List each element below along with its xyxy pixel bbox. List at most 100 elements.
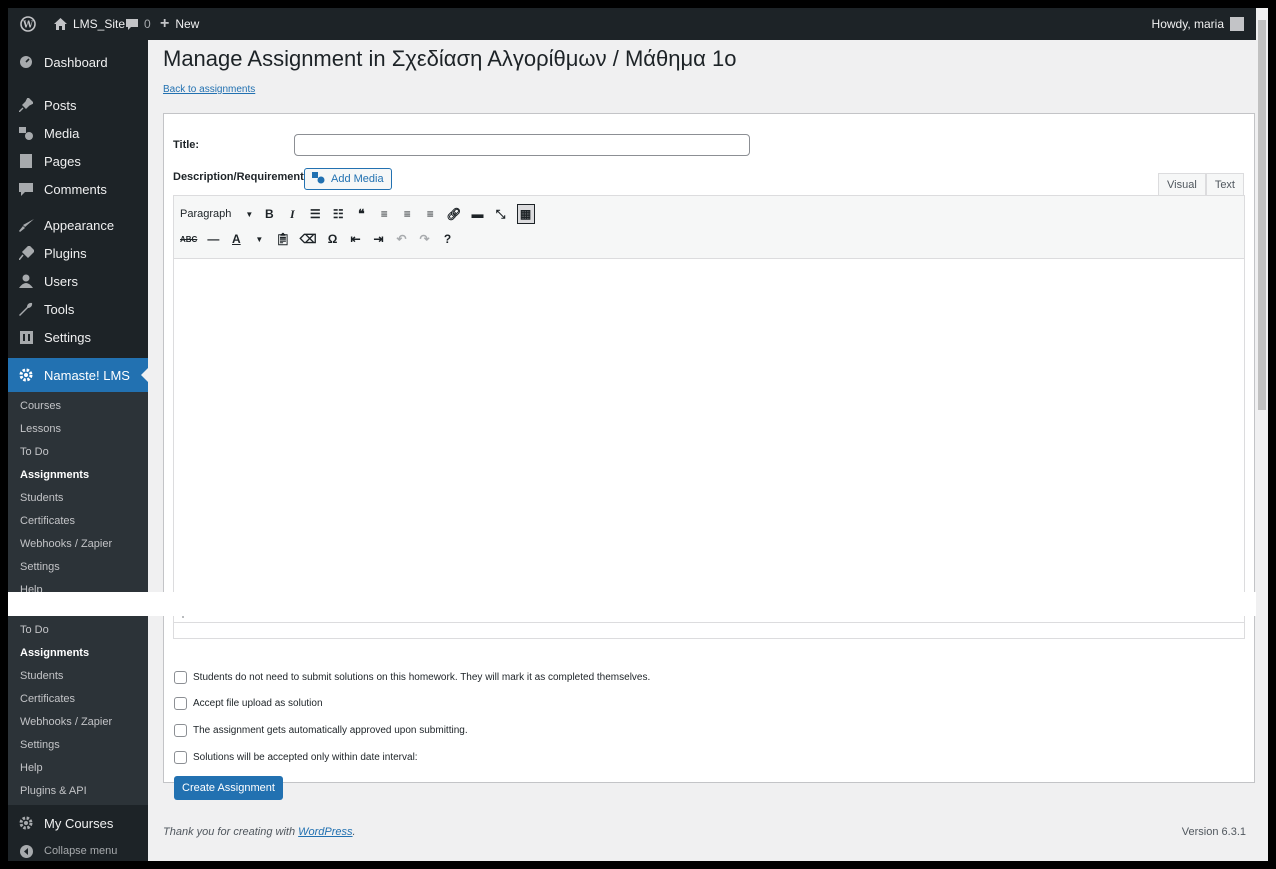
align-center-icon[interactable]: ≡ <box>400 205 414 223</box>
collapse-menu-button[interactable]: Collapse menu <box>8 837 148 861</box>
sidebar-item-posts[interactable]: Posts <box>8 91 148 119</box>
sidebar-item-namaste-lms[interactable]: Namaste! LMS <box>8 358 149 392</box>
checkbox-label: Students do not need to submit solutions… <box>193 672 651 683</box>
sidebar-item-pages[interactable]: Pages <box>8 147 148 175</box>
avatar <box>1230 17 1244 31</box>
submenu-item-assignments[interactable]: Assignments <box>20 469 89 481</box>
footer-thanks: Thank you for creating with WordPress. <box>163 826 356 838</box>
plug-icon <box>8 246 44 260</box>
title-input[interactable] <box>294 134 750 156</box>
link-icon[interactable]: 🔗︎ <box>446 205 461 223</box>
tab-text[interactable]: Text <box>1205 173 1244 197</box>
account-menu[interactable]: Howdy, maria <box>1152 8 1244 40</box>
wordpress-link[interactable]: WordPress <box>298 826 352 838</box>
numbered-list-icon[interactable]: ☷ <box>331 205 345 223</box>
undo-icon[interactable]: ↶ <box>395 230 409 248</box>
checkbox-date-interval[interactable]: Solutions will be accepted only within d… <box>174 751 418 764</box>
special-character-icon[interactable]: Ω <box>326 230 340 248</box>
comment-icon <box>8 182 44 196</box>
checkbox-auto-approve[interactable]: The assignment gets automatically approv… <box>174 724 468 737</box>
sidebar-item-label: Tools <box>44 301 75 317</box>
sidebar-item-tools[interactable]: Tools <box>8 295 148 323</box>
text-color-icon[interactable]: A <box>229 230 243 248</box>
version-text: Version 6.3.1 <box>1181 826 1246 838</box>
sidebar-item-plugins[interactable]: Plugins <box>8 239 148 267</box>
submenu-item-webhooks[interactable]: Webhooks / Zapier <box>20 716 112 728</box>
sidebar-item-label: My Courses <box>44 815 114 831</box>
new-content-link[interactable]: + New <box>160 8 199 40</box>
submenu-item-plugins-api[interactable]: Plugins & API <box>20 785 87 797</box>
capture-seam <box>8 592 1268 616</box>
submenu-item-certificates[interactable]: Certificates <box>20 693 75 705</box>
chevron-down-icon: ▼ <box>245 209 254 219</box>
checkbox-file-upload[interactable]: Accept file upload as solution <box>174 697 323 710</box>
browser-frame: W LMS_Site 0 + New Howdy, maria Dashboar… <box>8 8 1268 861</box>
checkbox-self-complete[interactable]: Students do not need to submit solutions… <box>174 671 650 684</box>
blockquote-icon[interactable]: ❝ <box>354 205 368 223</box>
checkbox[interactable] <box>174 751 187 764</box>
editor-resize-bar[interactable] <box>173 623 1245 639</box>
sidebar-item-media[interactable]: Media <box>8 119 148 147</box>
bold-icon[interactable]: B <box>262 205 276 223</box>
chevron-down-icon[interactable]: ▼ <box>252 230 266 248</box>
sidebar-item-settings[interactable]: Settings <box>8 323 148 351</box>
page-scrollbar[interactable] <box>1256 8 1268 861</box>
back-to-assignments-link[interactable]: Back to assignments <box>163 84 255 95</box>
create-assignment-button[interactable]: Create Assignment <box>174 776 283 800</box>
checkbox-label: Accept file upload as solution <box>193 698 323 709</box>
submenu-item-todo[interactable]: To Do <box>20 446 49 458</box>
submenu-item-settings[interactable]: Settings <box>20 561 60 573</box>
checkbox[interactable] <box>174 724 187 737</box>
paste-text-icon[interactable]: 📋︎ <box>275 230 290 248</box>
read-more-icon[interactable]: ▬ <box>471 205 485 223</box>
format-select[interactable]: Paragraph ▼ <box>180 208 253 220</box>
checkbox[interactable] <box>174 671 187 684</box>
submenu-item-certificates[interactable]: Certificates <box>20 515 75 527</box>
submenu-item-webhooks[interactable]: Webhooks / Zapier <box>20 538 112 550</box>
submenu-item-students[interactable]: Students <box>20 670 63 682</box>
sidebar-item-dashboard[interactable]: Dashboard <box>8 48 148 76</box>
comments-link[interactable]: 0 <box>126 8 151 40</box>
submenu-item-courses[interactable]: Courses <box>20 400 61 412</box>
submenu-item-settings[interactable]: Settings <box>20 739 60 751</box>
rich-text-editor: Paragraph ▼ B I ☰ ☷ ❝ ≡ ≡ ≡ 🔗︎ ▬ ⤡ ▦ ABC… <box>173 195 1245 623</box>
checkbox[interactable] <box>174 697 187 710</box>
strikethrough-icon[interactable]: ABC <box>180 230 197 248</box>
sidebar-item-label: Appearance <box>44 217 115 233</box>
fullscreen-icon[interactable]: ⤡ <box>494 205 508 223</box>
comment-icon <box>126 18 138 30</box>
submenu-item-students[interactable]: Students <box>20 492 63 504</box>
redo-icon[interactable]: ↷ <box>418 230 432 248</box>
horizontal-line-icon[interactable]: — <box>206 230 220 248</box>
submenu-item-lessons[interactable]: Lessons <box>20 423 61 435</box>
clear-formatting-icon[interactable]: ⌫ <box>300 230 317 248</box>
scrollbar-thumb[interactable] <box>1258 20 1266 410</box>
sidebar-item-label: Namaste! LMS <box>44 367 130 383</box>
submenu-item-assignments[interactable]: Assignments <box>20 647 89 659</box>
comments-count: 0 <box>144 17 151 31</box>
align-left-icon[interactable]: ≡ <box>377 205 391 223</box>
bullet-list-icon[interactable]: ☰ <box>308 205 322 223</box>
indent-icon[interactable]: ⇥ <box>372 230 386 248</box>
add-media-button[interactable]: Add Media <box>304 168 392 190</box>
wordpress-logo-icon[interactable]: W <box>20 8 36 40</box>
tab-visual[interactable]: Visual <box>1158 173 1206 197</box>
sidebar-item-my-courses[interactable]: My Courses <box>8 809 148 837</box>
site-name-link[interactable]: LMS_Site <box>54 8 125 40</box>
submenu-item-help[interactable]: Help <box>20 762 43 774</box>
sidebar-item-users[interactable]: Users <box>8 267 148 295</box>
footer-thanks-prefix: Thank you for creating with <box>163 826 299 838</box>
sidebar-item-appearance[interactable]: Appearance <box>8 211 148 239</box>
align-right-icon[interactable]: ≡ <box>423 205 437 223</box>
outdent-icon[interactable]: ⇤ <box>349 230 363 248</box>
toolbar-row-1: Paragraph ▼ B I ☰ ☷ ❝ ≡ ≡ ≡ 🔗︎ ▬ ⤡ ▦ <box>180 204 535 224</box>
sidebar-item-comments[interactable]: Comments <box>8 175 148 203</box>
submenu-item-todo[interactable]: To Do <box>20 624 49 636</box>
help-icon[interactable]: ? <box>441 230 455 248</box>
sidebar-item-label: Pages <box>44 153 81 169</box>
toolbar-toggle-icon[interactable]: ▦ <box>516 204 535 224</box>
editor-toolbar: Paragraph ▼ B I ☰ ☷ ❝ ≡ ≡ ≡ 🔗︎ ▬ ⤡ ▦ ABC… <box>174 196 1244 259</box>
namaste-submenu: Courses Lessons To Do Assignments Studen… <box>8 392 148 596</box>
editor-body[interactable] <box>174 258 1244 592</box>
italic-icon[interactable]: I <box>285 205 299 223</box>
